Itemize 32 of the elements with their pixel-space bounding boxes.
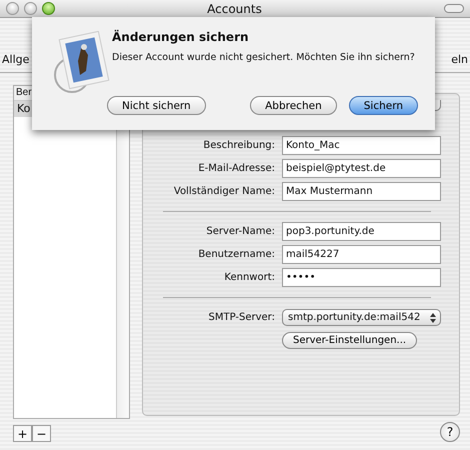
dialog-button[interactable]: Nicht sichern: [107, 96, 206, 115]
window-title: Accounts: [206, 2, 263, 16]
toolbar-item[interactable]: eln: [451, 53, 468, 66]
field-label: Server-Name:: [205, 226, 275, 237]
text-field[interactable]: pop3.portunity.de: [282, 222, 441, 241]
list-button[interactable]: −: [32, 425, 51, 442]
help-button[interactable]: ?: [440, 422, 460, 442]
toolbar-toggle-icon[interactable]: [444, 4, 464, 13]
dialog-button[interactable]: Sichern: [348, 96, 418, 115]
text-field[interactable]: Max Mustermann: [282, 182, 441, 201]
dialog-message: Dieser Account wurde nicht gesichert. Möchten Sie ihn sichern?: [112, 52, 416, 63]
text-field[interactable]: •••••: [282, 268, 441, 287]
close-icon[interactable]: [6, 2, 19, 15]
zoom-icon[interactable]: [42, 2, 55, 15]
dialog-button[interactable]: Abbrechen: [250, 96, 337, 115]
field-label: SMTP-Server:: [208, 312, 275, 323]
up-down-arrows-icon: [430, 312, 436, 322]
dialog-title: Änderungen sichern: [112, 30, 250, 44]
field-label: Vollständiger Name:: [172, 186, 275, 197]
server-settings-button[interactable]: Server-Einstellungen...: [282, 332, 418, 349]
smtp-server-popup[interactable]: smtp.portunity.de:mail542: [282, 309, 441, 326]
field-label: E-Mail-Adresse:: [197, 163, 275, 174]
text-field[interactable]: beispiel@ptytest.de: [282, 159, 441, 178]
mail-stamp-icon: [52, 31, 112, 95]
list-button[interactable]: +: [13, 425, 32, 442]
toolbar-item[interactable]: Allge: [2, 53, 30, 66]
minimize-icon[interactable]: [24, 2, 37, 15]
text-field[interactable]: mail54227: [282, 245, 441, 264]
field-label: Benutzername:: [197, 249, 275, 260]
field-label: Beschreibung:: [202, 140, 275, 151]
field-label: Kennwort:: [223, 272, 275, 283]
text-field[interactable]: Konto_Mac: [282, 136, 441, 155]
